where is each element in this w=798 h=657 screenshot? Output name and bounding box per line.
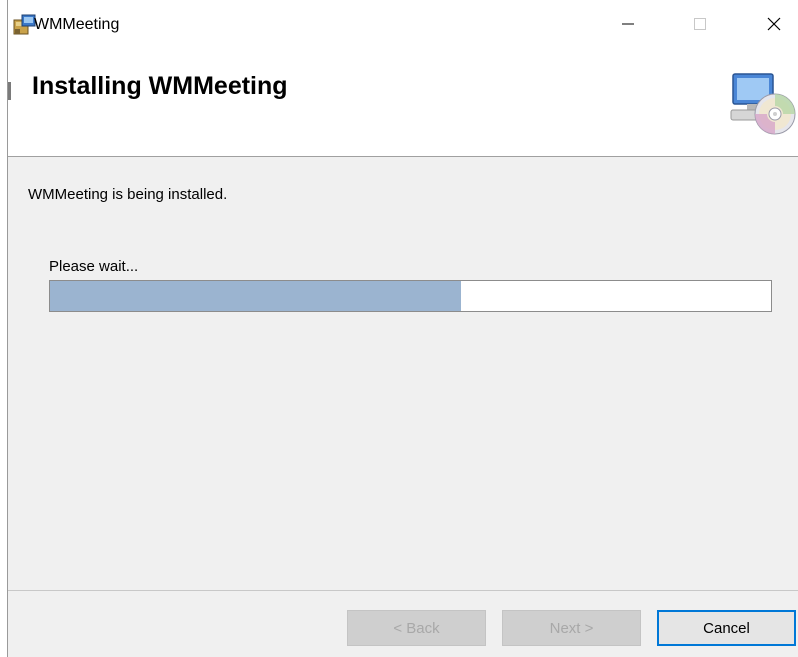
minimize-button[interactable]: [602, 0, 654, 52]
cancel-button[interactable]: Cancel: [657, 610, 796, 646]
header-accent-bar: [8, 82, 11, 100]
maximize-button[interactable]: [674, 0, 726, 52]
next-button[interactable]: Next >: [502, 610, 641, 646]
title-bar[interactable]: WMMeeting: [8, 0, 798, 52]
progress-fill: [50, 281, 461, 311]
install-status-text: WMMeeting is being installed.: [28, 186, 228, 203]
back-button-label: < Back: [393, 619, 440, 637]
footer-divider: [8, 590, 798, 591]
page-title: Installing WMMeeting: [32, 72, 288, 100]
maximize-icon: [693, 17, 707, 36]
close-button[interactable]: [748, 0, 798, 52]
minimize-icon: [621, 17, 635, 36]
install-progress-bar: [49, 280, 772, 312]
wizard-header: Installing WMMeeting: [8, 52, 798, 157]
close-icon: [766, 16, 782, 37]
cancel-button-label: Cancel: [703, 619, 750, 637]
installer-window: WMMeeting Installing WMMeeting WMMeeting…: [7, 0, 798, 657]
next-button-label: Next >: [549, 619, 594, 637]
please-wait-label: Please wait...: [49, 258, 139, 275]
computer-with-cd-icon: [723, 66, 798, 142]
window-title: WMMeeting: [34, 16, 120, 33]
back-button[interactable]: < Back: [347, 610, 486, 646]
